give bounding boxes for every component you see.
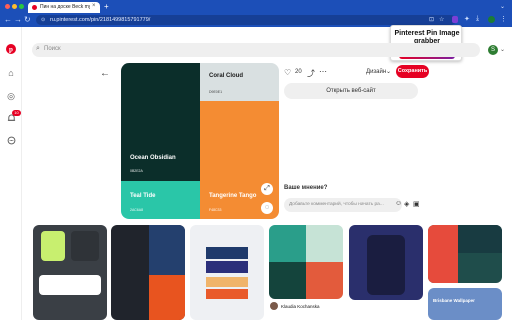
swatch-code: F48C33 — [209, 208, 222, 212]
tab-list-chevron-icon[interactable]: ⌄ — [500, 3, 505, 10]
svg-text:p: p — [9, 46, 13, 54]
close-window-icon[interactable] — [5, 4, 10, 9]
color-swatch-ocean-obsidian — [121, 63, 200, 181]
swatch-name: Teal Tide — [130, 193, 156, 199]
reload-icon[interactable]: ↻ — [24, 15, 31, 24]
open-website-button[interactable]: Открыть веб-сайт — [284, 83, 418, 99]
grid-pin-card[interactable] — [190, 225, 264, 320]
back-arrow-icon[interactable]: ← — [100, 68, 110, 79]
browser-tab-bar: Пин на доске Beck my Party × + ⌄ — [0, 0, 512, 13]
emoji-icon[interactable]: ☺ — [395, 200, 402, 207]
tab-close-icon[interactable]: × — [92, 3, 96, 9]
color-swatch-coral-cloud — [200, 63, 279, 101]
search-placeholder: Поиск — [44, 46, 61, 52]
save-button[interactable]: Сохранить — [396, 65, 429, 78]
card-tile — [41, 231, 65, 261]
swatch-name: Coral Cloud — [209, 73, 243, 79]
share-icon[interactable]: ⤴ — [307, 68, 315, 79]
card-tile — [458, 225, 502, 253]
tab-title: Пин на доске Beck my Party — [40, 4, 90, 10]
grid-pin-card[interactable] — [428, 225, 502, 283]
grid-pin-card[interactable] — [33, 225, 107, 320]
download-icon[interactable]: ⤓ — [476, 15, 479, 23]
address-bar[interactable]: ⊙ ru.pinterest.com/pin/2181499815791779/… — [36, 15, 456, 25]
swatch-name: Tangerine Tango — [209, 193, 257, 199]
url-text: ru.pinterest.com/pin/2181499815791779/ — [50, 17, 151, 23]
card-tile — [367, 235, 405, 295]
new-tab-button[interactable]: + — [104, 2, 109, 11]
account-chevron-down-icon[interactable]: ⌄ — [500, 46, 505, 53]
swatch-name: Ocean Obsidian — [130, 155, 176, 161]
search-icon: ⌕ — [36, 45, 40, 52]
card-tile — [206, 289, 248, 299]
color-swatch-teal-tide — [121, 181, 200, 219]
pinterest-favicon-icon — [32, 5, 37, 10]
board-chevron-down-icon[interactable]: ⌄ — [386, 68, 391, 75]
heart-icon[interactable]: ♡ — [284, 68, 291, 77]
pinterest-sidebar: p ⌂ ◎ 10 — [0, 27, 22, 320]
site-info-icon[interactable]: ⊙ — [41, 17, 45, 23]
grid-pin-card[interactable] — [111, 225, 185, 320]
card-tile — [206, 277, 248, 287]
back-icon[interactable]: ← — [4, 15, 12, 24]
visual-search-icon[interactable]: ◌ — [261, 202, 273, 214]
swatch-code: 2AC6A8 — [130, 208, 144, 212]
browser-tab[interactable]: Пин на доске Beck my Party × — [28, 2, 100, 13]
comments-heading: Ваше мнение? — [284, 185, 328, 191]
swatch-code: 0B2E2A — [130, 169, 143, 173]
card-tile — [71, 231, 99, 261]
maximize-window-icon[interactable] — [19, 4, 24, 9]
card-tile — [206, 261, 248, 273]
author-avatar[interactable] — [270, 302, 278, 310]
bookmark-star-icon[interactable]: ☆ — [439, 16, 444, 23]
browser-menu-icon[interactable]: ⋮ — [500, 15, 507, 23]
card-author[interactable]: Klaudia Kochanska — [281, 304, 320, 309]
extensions-puzzle-icon[interactable]: ✦ — [464, 15, 470, 23]
grid-pin-card[interactable]: Brisbane Wallpaper — [428, 288, 502, 320]
swatch-code: D9E0E1 — [209, 90, 223, 94]
card-tile — [306, 262, 343, 299]
pin-image[interactable]: Ocean Obsidian 0B2E2A Coral Cloud D9E0E1… — [121, 63, 279, 219]
sticker-icon[interactable]: ◈ — [404, 200, 409, 208]
comment-input[interactable]: Добавьте комментарий, чтобы начать ра... — [284, 198, 402, 212]
image-attach-icon[interactable]: ▣ — [413, 200, 420, 208]
card-tile — [149, 225, 185, 275]
forward-icon[interactable]: → — [14, 15, 22, 24]
card-tile — [269, 262, 306, 299]
card-tile — [428, 225, 458, 283]
user-avatar[interactable]: S — [488, 45, 498, 55]
like-count: 20 — [295, 69, 302, 75]
pinterest-logo-icon[interactable]: p — [6, 44, 16, 54]
pin-details-panel: ♡ 20 ⤴ ⋯ Дизайн ⌄ Открыть веб-сайт Ваше … — [279, 63, 434, 219]
card-tile — [206, 247, 248, 259]
minimize-window-icon[interactable] — [12, 4, 17, 9]
grid-pin-card[interactable] — [349, 225, 423, 300]
more-options-icon[interactable]: ⋯ — [319, 67, 327, 76]
grid-pin-card[interactable] — [269, 225, 343, 299]
card-title: Brisbane Wallpaper — [433, 298, 475, 303]
card-tile — [39, 275, 101, 295]
notification-badge: 10 — [12, 110, 21, 116]
board-selector[interactable]: Дизайн — [366, 69, 386, 75]
card-tile — [306, 225, 343, 262]
expand-icon[interactable]: ⤢ — [261, 183, 273, 195]
comment-placeholder: Добавьте комментарий, чтобы начать ра... — [289, 202, 384, 207]
pin-grabber-extension-icon[interactable] — [452, 16, 458, 23]
explore-compass-icon[interactable]: ◎ — [6, 91, 16, 101]
search-input[interactable]: ⌕ Поиск — [32, 43, 480, 57]
install-app-icon[interactable]: ⊡ — [429, 16, 434, 23]
card-tile — [269, 225, 306, 262]
messages-icon[interactable] — [6, 135, 16, 145]
profile-avatar-icon[interactable] — [488, 16, 495, 23]
card-tile — [149, 275, 185, 320]
home-icon[interactable]: ⌂ — [6, 68, 16, 78]
